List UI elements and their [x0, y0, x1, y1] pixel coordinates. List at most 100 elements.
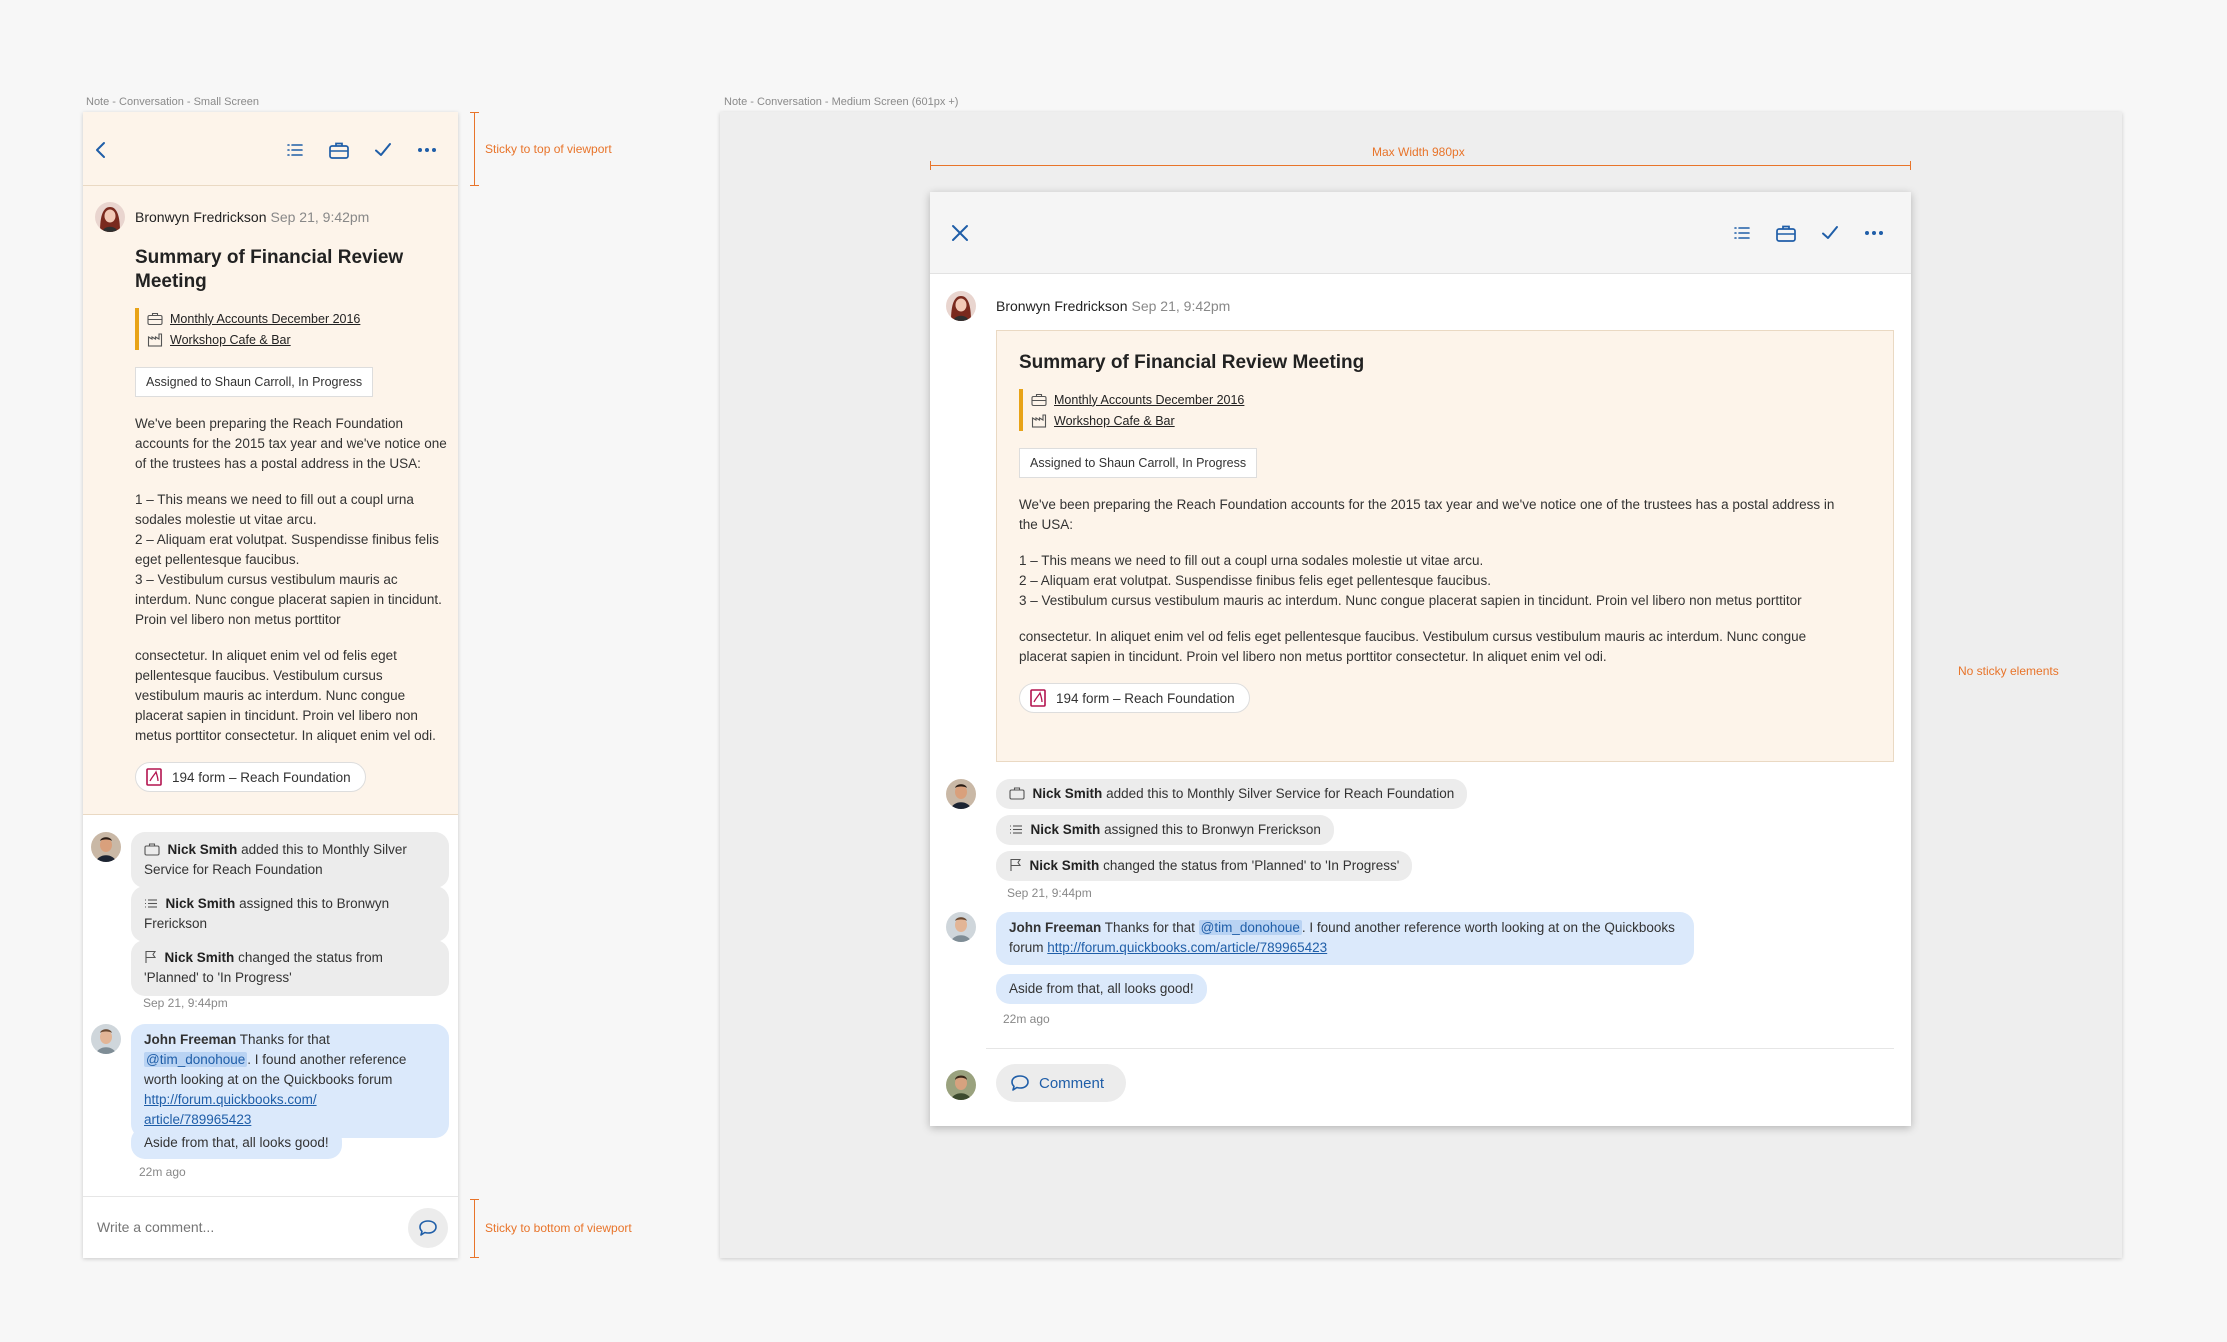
comment-timestamp: 22m ago [139, 1165, 186, 1179]
attachment-chip[interactable]: 194 form – Reach Foundation [1019, 683, 1250, 713]
comment-link[interactable]: article/789965423 [144, 1112, 251, 1127]
link-workshop-cafe[interactable]: Workshop Cafe & Bar [1054, 414, 1175, 428]
caption-medium-screen: Note - Conversation - Medium Screen (601… [724, 96, 959, 108]
link-workshop-cafe[interactable]: Workshop Cafe & Bar [170, 333, 291, 347]
store-icon [147, 332, 163, 347]
checklist-icon [144, 897, 158, 910]
briefcase-icon [1031, 393, 1047, 407]
back-icon[interactable] [87, 136, 115, 164]
sticky-top-bracket [470, 112, 482, 186]
activity-item: Nick Smith added this to Monthly Silver … [996, 779, 1468, 809]
activity-timestamp: Sep 21, 9:44pm [143, 996, 228, 1010]
note-paragraph: We've been preparing the Reach Foundatio… [135, 416, 447, 471]
checklist-icon[interactable] [281, 136, 309, 164]
comment-link[interactable]: http://forum.quickbooks.com/article/7899… [1047, 940, 1327, 955]
caption-small-screen: Note - Conversation - Small Screen [86, 96, 260, 108]
comment-mention[interactable]: @tim_donohoue [144, 1052, 248, 1067]
medium-note-card: Bronwyn Fredrickson Sep 21, 9:42pm Summa… [930, 192, 1911, 1126]
note-date: Sep 21, 9:42pm [1131, 298, 1231, 314]
note-list-item: 1 – This means we need to fill out a cou… [1019, 553, 1484, 568]
note-list-item: 3 – Vestibulum cursus vestibulum mauris … [135, 572, 442, 627]
activity-item: Nick Smith assigned this to Bronwyn Frer… [131, 886, 449, 942]
activity-actor: Nick Smith [165, 896, 236, 911]
comment-bubble: John Freeman Thanks for that @tim_donoho… [131, 1024, 449, 1138]
comment-button-label: Comment [1039, 1074, 1105, 1092]
attachment-chip[interactable]: 194 form – Reach Foundation [135, 762, 366, 792]
note-list: 1 – This means we need to fill out a cou… [135, 490, 450, 630]
pdf-icon [1030, 689, 1046, 707]
activity-text: assigned this to Bronwyn Frerickson [1104, 822, 1321, 837]
note-list-item: 1 – This means we need to fill out a cou… [135, 492, 414, 527]
checklist-icon[interactable] [1728, 219, 1756, 247]
note-paragraph: consectetur. In aliquet enim vel od feli… [1019, 629, 1807, 664]
no-sticky-note: No sticky elements [1958, 664, 2059, 678]
avatar [946, 912, 976, 942]
briefcase-icon[interactable] [1772, 219, 1800, 247]
small-screen-frame: Bronwyn Fredrickson Sep 21, 9:42pm Summa… [83, 112, 458, 1258]
comment-bubble: John Freeman Thanks for that @tim_donoho… [996, 912, 1694, 965]
comment-author: John Freeman [144, 1032, 237, 1047]
note-links: Monthly Accounts December 2016 Workshop … [1019, 389, 1871, 431]
note-links: Monthly Accounts December 2016 Workshop … [135, 308, 446, 350]
sticky-top-note: Sticky to top of viewport [485, 142, 612, 156]
attachment-label: 194 form – Reach Foundation [172, 769, 351, 785]
comment-mention[interactable]: @tim_donohoue [1198, 920, 1302, 935]
small-note-area: Bronwyn Fredrickson Sep 21, 9:42pm Summa… [83, 186, 458, 815]
more-icon[interactable] [1860, 219, 1888, 247]
avatar [946, 291, 976, 321]
comment-icon [418, 1219, 438, 1237]
link-row-store: Workshop Cafe & Bar [147, 329, 446, 350]
flag-icon [1009, 858, 1022, 872]
avatar [95, 202, 125, 232]
comment-link[interactable]: http://forum.quickbooks.com/ [144, 1092, 317, 1107]
attachment-label: 194 form – Reach Foundation [1056, 690, 1235, 706]
avatar [91, 832, 121, 862]
note-author-row: Bronwyn Fredrickson Sep 21, 9:42pm [946, 291, 1230, 321]
more-icon[interactable] [413, 136, 441, 164]
close-icon[interactable] [946, 219, 974, 247]
note-list-item: 2 – Aliquam erat volutpat. Suspendisse f… [135, 532, 439, 567]
activity-item: Nick Smith changed the status from 'Plan… [996, 851, 1413, 881]
note-author-name: Bronwyn Fredrickson [996, 298, 1128, 314]
activity-text: added this to Monthly Silver Service for… [1106, 786, 1455, 801]
note-author-name: Bronwyn Fredrickson [135, 209, 267, 225]
avatar [91, 1024, 121, 1054]
pdf-icon [146, 768, 162, 786]
link-row-client: Monthly Accounts December 2016 [1031, 389, 1871, 410]
note-paragraph: consectetur. In aliquet enim vel od feli… [135, 648, 436, 743]
activity-item: Nick Smith assigned this to Bronwyn Frer… [996, 815, 1334, 845]
note-author-row: Bronwyn Fredrickson Sep 21, 9:42pm [95, 202, 446, 232]
link-row-client: Monthly Accounts December 2016 [147, 308, 446, 329]
assigned-status-badge[interactable]: Assigned to Shaun Carroll, In Progress [1019, 448, 1258, 478]
link-row-store: Workshop Cafe & Bar [1031, 410, 1871, 431]
activity-timestamp: Sep 21, 9:44pm [1007, 886, 1092, 900]
assigned-status-badge[interactable]: Assigned to Shaun Carroll, In Progress [135, 367, 374, 397]
activity-text: changed the status from 'Planned' to 'In… [1103, 858, 1400, 873]
sticky-bottom-note: Sticky to bottom of viewport [485, 1221, 632, 1235]
comment-bubble-followup: Aside from that, all looks good! [996, 974, 1207, 1004]
activity-actor: Nick Smith [1029, 858, 1100, 873]
note-list-item: 2 – Aliquam erat volutpat. Suspendisse f… [1019, 573, 1492, 588]
send-comment-button[interactable] [408, 1208, 448, 1248]
note-list-item: 3 – Vestibulum cursus vestibulum mauris … [1019, 593, 1802, 608]
note-body: We've been preparing the Reach Foundatio… [1019, 495, 1855, 667]
max-width-note: Max Width 980px [1372, 145, 1465, 159]
store-icon [1031, 413, 1047, 428]
briefcase-icon [1009, 787, 1025, 800]
comment-author: John Freeman [1009, 920, 1102, 935]
comment-input[interactable] [97, 1213, 347, 1241]
avatar [946, 779, 976, 809]
briefcase-icon [144, 843, 160, 856]
note-list: 1 – This means we need to fill out a cou… [1019, 551, 1855, 611]
activity-actor: Nick Smith [167, 842, 238, 857]
medium-note-box: Summary of Financial Review Meeting Mont… [996, 330, 1894, 762]
check-icon[interactable] [369, 136, 397, 164]
link-monthly-accounts[interactable]: Monthly Accounts December 2016 [1054, 393, 1244, 407]
comment-button[interactable]: Comment [996, 1064, 1127, 1102]
link-monthly-accounts[interactable]: Monthly Accounts December 2016 [170, 312, 360, 326]
check-icon[interactable] [1816, 219, 1844, 247]
comment-composer [83, 1196, 458, 1258]
activity-item: Nick Smith changed the status from 'Plan… [131, 940, 449, 996]
briefcase-icon[interactable] [325, 136, 353, 164]
max-width-bracket [930, 161, 1911, 173]
